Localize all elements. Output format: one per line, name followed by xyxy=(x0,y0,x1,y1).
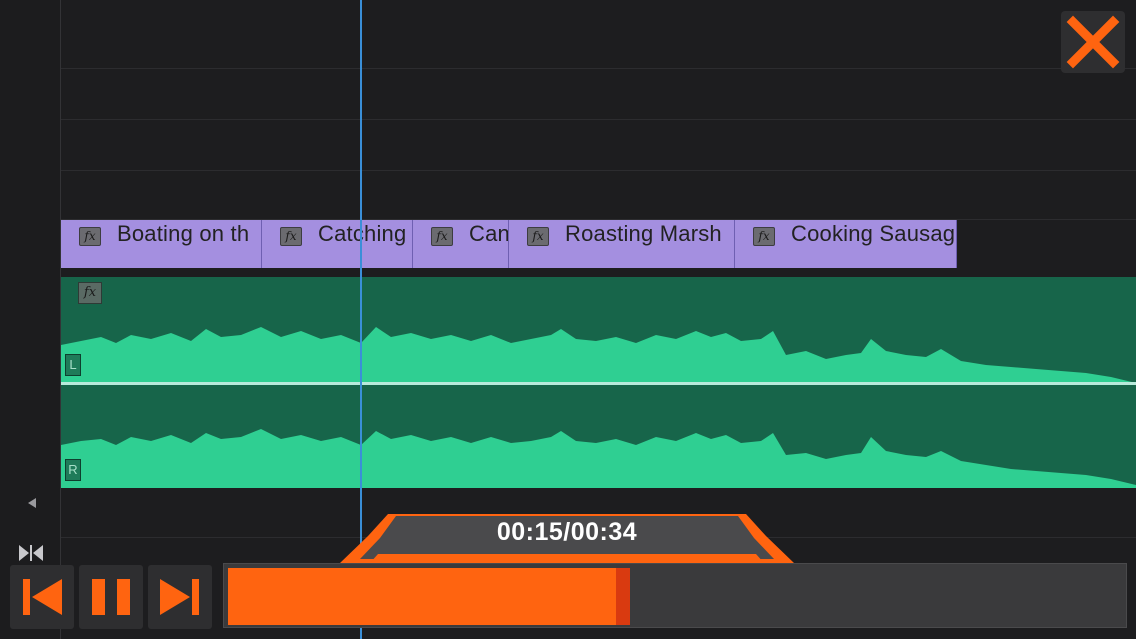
fx-badge-icon: fx xyxy=(280,227,302,246)
pause-button[interactable] xyxy=(79,565,143,629)
close-icon xyxy=(1066,15,1120,69)
track-row xyxy=(0,171,1136,220)
pause-icon xyxy=(92,579,130,615)
track-row xyxy=(0,69,1136,120)
clip-label: Boating on th xyxy=(117,221,250,246)
skip-back-button[interactable] xyxy=(10,565,74,629)
video-clip[interactable]: fx Roasting Marsh xyxy=(509,220,735,268)
channel-label-left: L xyxy=(65,354,81,376)
waveform-left-channel xyxy=(61,327,1136,383)
channel-separator xyxy=(61,382,1136,385)
video-clip[interactable]: fx Catching xyxy=(262,220,413,268)
waveform-right-channel xyxy=(61,429,1136,488)
time-display-panel: 00:15/00:34 xyxy=(340,514,794,564)
close-button[interactable] xyxy=(1061,11,1125,73)
fx-badge-icon: fx xyxy=(431,227,453,246)
clip-label: Cooking Sausag xyxy=(791,221,956,246)
progress-bar[interactable] xyxy=(223,563,1127,628)
video-clip[interactable]: fx Boating on th xyxy=(61,220,262,268)
progress-fill xyxy=(228,568,630,625)
clip-label: Catching xyxy=(318,221,407,246)
time-display: 00:15/00:34 xyxy=(496,518,638,546)
fx-badge-icon: fx xyxy=(527,227,549,246)
audio-fx-badge-icon: fx xyxy=(78,282,102,304)
video-clip[interactable]: fx Cooking Sausag xyxy=(735,220,957,268)
skip-back-icon xyxy=(23,579,62,615)
channel-label-right: R xyxy=(65,459,81,481)
track-row xyxy=(0,0,1136,69)
clip-label: Roasting Marsh xyxy=(565,221,722,246)
track-row xyxy=(0,120,1136,171)
fx-badge-icon: fx xyxy=(753,227,775,246)
clip-label: Can xyxy=(469,221,509,246)
zoom-fit-icon[interactable] xyxy=(18,544,44,562)
skip-forward-icon xyxy=(160,579,199,615)
skip-forward-button[interactable] xyxy=(148,565,212,629)
video-clip[interactable]: fx Can xyxy=(413,220,509,268)
fx-badge-icon: fx xyxy=(79,227,101,246)
collapse-arrow-icon[interactable] xyxy=(26,497,38,509)
progress-handle[interactable] xyxy=(616,568,630,625)
